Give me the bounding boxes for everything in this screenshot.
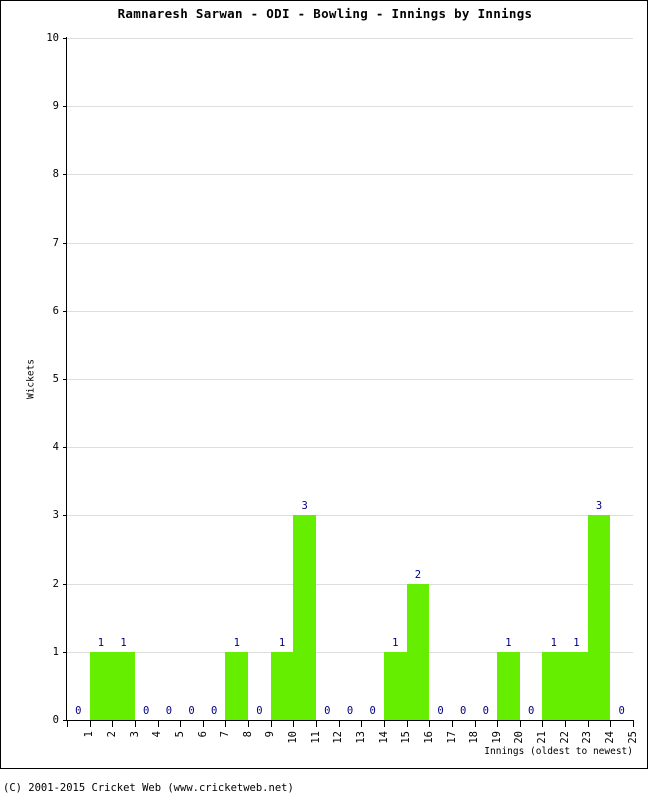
x-axis-tick-mark — [180, 721, 182, 727]
gridline — [67, 515, 633, 517]
x-axis-tick-mark — [542, 721, 544, 727]
x-axis-tick-mark — [316, 721, 318, 727]
y-axis-tick-label: 4 — [52, 440, 59, 453]
bar — [542, 651, 566, 720]
x-axis-tick-mark — [112, 721, 114, 727]
copyright-footer: (C) 2001-2015 Cricket Web (www.cricketwe… — [3, 782, 294, 794]
bar — [565, 651, 588, 720]
bar-value-label: 0 — [482, 705, 489, 717]
bar — [89, 651, 113, 720]
y-axis-tick-mark — [63, 379, 67, 380]
bar-value-label: 0 — [256, 705, 263, 717]
x-axis-tick-mark — [429, 721, 431, 727]
x-axis-title: Innings (oldest to newest) — [484, 746, 633, 757]
x-axis-tick-mark — [270, 721, 272, 727]
y-axis-tick-label: 3 — [52, 509, 59, 522]
bar — [293, 515, 317, 720]
x-axis-tick-mark — [406, 721, 408, 727]
bar-value-label: 0 — [75, 705, 82, 717]
bar-value-label: 1 — [120, 636, 127, 649]
bar-value-label: 0 — [188, 705, 195, 717]
bar-value-label: 0 — [165, 705, 173, 717]
bar-value-label: 1 — [573, 636, 580, 649]
x-axis-tick-mark — [89, 721, 91, 727]
gridline — [67, 379, 633, 380]
y-axis-tick-label: 10 — [46, 31, 59, 44]
x-axis-tick-mark — [202, 721, 204, 727]
y-axis-tick-label: 7 — [52, 236, 59, 249]
x-axis-tick-mark — [519, 721, 521, 727]
bar-value-label: 1 — [392, 636, 399, 649]
bar-value-label: 3 — [301, 500, 308, 513]
x-axis-tick-mark — [248, 721, 250, 727]
y-axis-tick-label: 0 — [52, 713, 59, 726]
bar-value-label: 2 — [414, 568, 422, 581]
gridline — [67, 106, 633, 108]
x-axis-tick-mark — [157, 721, 159, 727]
bar — [112, 651, 135, 720]
gridline — [67, 583, 633, 585]
y-axis-tick-mark — [63, 242, 67, 244]
gridline — [67, 310, 633, 312]
y-axis-tick-label: 6 — [52, 304, 59, 317]
chart-frame: Ramnaresh Sarwan - ODI - Bowling - Innin… — [0, 0, 648, 769]
x-axis-tick-mark — [587, 721, 589, 727]
x-axis-tick-mark — [338, 721, 340, 727]
x-axis-tick-mark — [451, 721, 453, 727]
y-axis-tick-mark — [63, 447, 67, 449]
bar-value-label: 1 — [233, 636, 240, 649]
gridline — [67, 174, 633, 176]
x-axis-tick-mark — [633, 721, 634, 727]
x-axis-tick-mark — [134, 721, 136, 727]
x-axis-tick-mark — [497, 721, 499, 727]
y-axis-tick-label: 2 — [52, 577, 59, 590]
bar-value-label: 1 — [97, 636, 105, 649]
plot-area: 0 1 2 3 4 5 6 7 8 9 10 0110000101300012000101130 — [46, 33, 633, 725]
x-axis-tick-mark — [293, 721, 295, 727]
bar — [270, 651, 294, 720]
bar-value-label: 3 — [595, 500, 603, 513]
x-axis-tick-mark — [565, 721, 567, 727]
bar-value-label: 0 — [369, 705, 376, 717]
x-axis-tick-mark — [225, 721, 227, 727]
bar-value-label: 0 — [210, 705, 218, 717]
bar — [383, 651, 407, 720]
y-axis-tick-mark — [63, 310, 67, 312]
bar-value-label: 0 — [618, 705, 625, 717]
y-axis-tick-mark — [63, 583, 67, 585]
bar-value-label: 0 — [143, 705, 150, 717]
x-axis-tick-mark — [610, 721, 612, 727]
bar-value-label: 0 — [527, 705, 535, 717]
bar-value-label: 0 — [460, 705, 467, 717]
bar-value-label: 0 — [324, 705, 331, 717]
x-axis-tick-mark — [361, 721, 363, 727]
y-axis-tick-mark — [63, 515, 67, 517]
y-axis-tick-mark — [63, 174, 67, 176]
bar — [497, 651, 520, 720]
x-axis-tick-mark — [474, 721, 476, 727]
gridline — [67, 38, 633, 39]
gridline — [67, 447, 633, 449]
bar-value-label: 1 — [550, 636, 557, 649]
y-axis-tick-label: 9 — [52, 99, 59, 112]
y-axis-tick-label: 8 — [52, 168, 59, 181]
bar — [587, 515, 611, 720]
bar — [406, 583, 430, 720]
y-axis-tick-label: 1 — [52, 645, 59, 658]
bar-value-label: 1 — [505, 636, 512, 649]
gridline — [67, 242, 633, 244]
bar-value-label: 0 — [437, 705, 444, 717]
x-axis-tick-label-text: 25 — [626, 731, 639, 744]
y-axis-tick-mark — [63, 106, 67, 108]
x-axis-tick-mark — [67, 721, 68, 727]
y-axis-tick-mark — [63, 651, 67, 653]
y-axis-tick-label: 5 — [52, 372, 59, 385]
bar — [225, 651, 249, 720]
y-axis-tick-mark — [63, 38, 67, 39]
chart-title: Ramnaresh Sarwan - ODI - Bowling - Innin… — [117, 6, 533, 21]
bar-value-label: 0 — [346, 705, 354, 717]
x-axis-tick-mark — [383, 721, 385, 727]
x-axis-line — [66, 720, 634, 721]
bar-value-label: 1 — [278, 636, 286, 649]
